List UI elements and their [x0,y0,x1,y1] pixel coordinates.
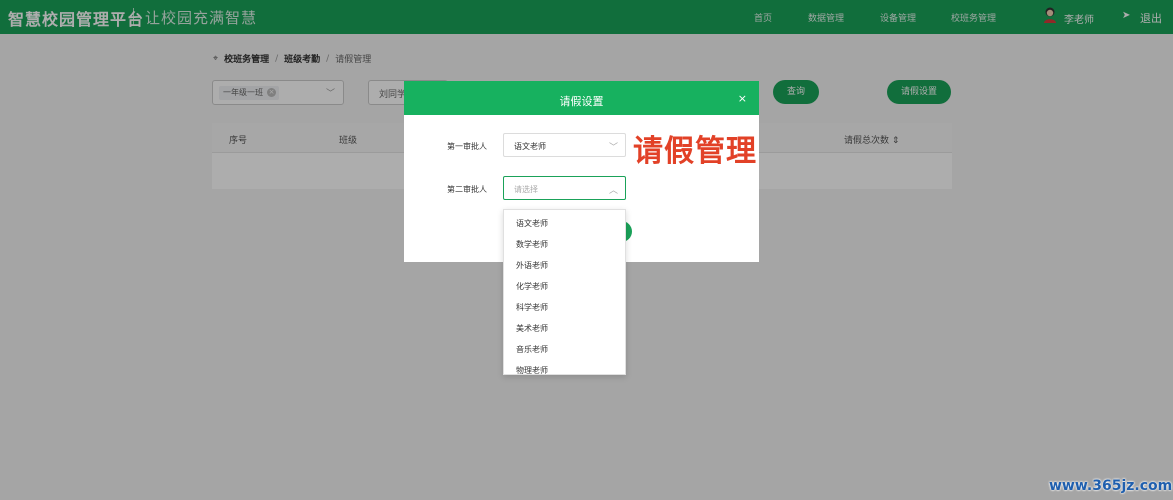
dropdown-option[interactable]: 美术老师 [516,323,548,334]
site-watermark: www.365jz.com [1049,478,1173,494]
dropdown-option[interactable]: 语文老师 [516,218,548,229]
second-approver-select[interactable]: 请选择 ︿ [503,176,626,200]
dialog-title: 请假设置 [559,95,604,108]
first-approver-label: 第一审批人 [447,142,487,151]
dropdown-option[interactable]: 数学老师 [516,239,548,250]
dropdown-option[interactable]: 物理老师 [516,365,548,374]
leave-management-banner: 请假管理 [633,134,757,169]
second-approver-placeholder: 请选择 [514,185,538,194]
chevron-up-icon: ︿ [608,186,618,196]
dropdown-option[interactable]: 科学老师 [516,302,548,313]
dropdown-option[interactable]: 外语老师 [516,260,548,271]
second-approver-label: 第二审批人 [447,185,487,194]
first-approver-value: 语文老师 [514,142,546,151]
close-icon[interactable]: × [738,92,747,105]
chevron-down-icon: ﹀ [608,143,618,153]
dropdown-option[interactable]: 化学老师 [516,281,548,292]
dropdown-option[interactable]: 音乐老师 [516,344,548,355]
first-approver-select[interactable]: 语文老师 ﹀ [503,133,626,157]
approver-dropdown[interactable]: 语文老师 数学老师 外语老师 化学老师 科学老师 美术老师 音乐老师 物理老师 [503,209,626,375]
dialog-header: 请假设置 × [404,81,759,115]
